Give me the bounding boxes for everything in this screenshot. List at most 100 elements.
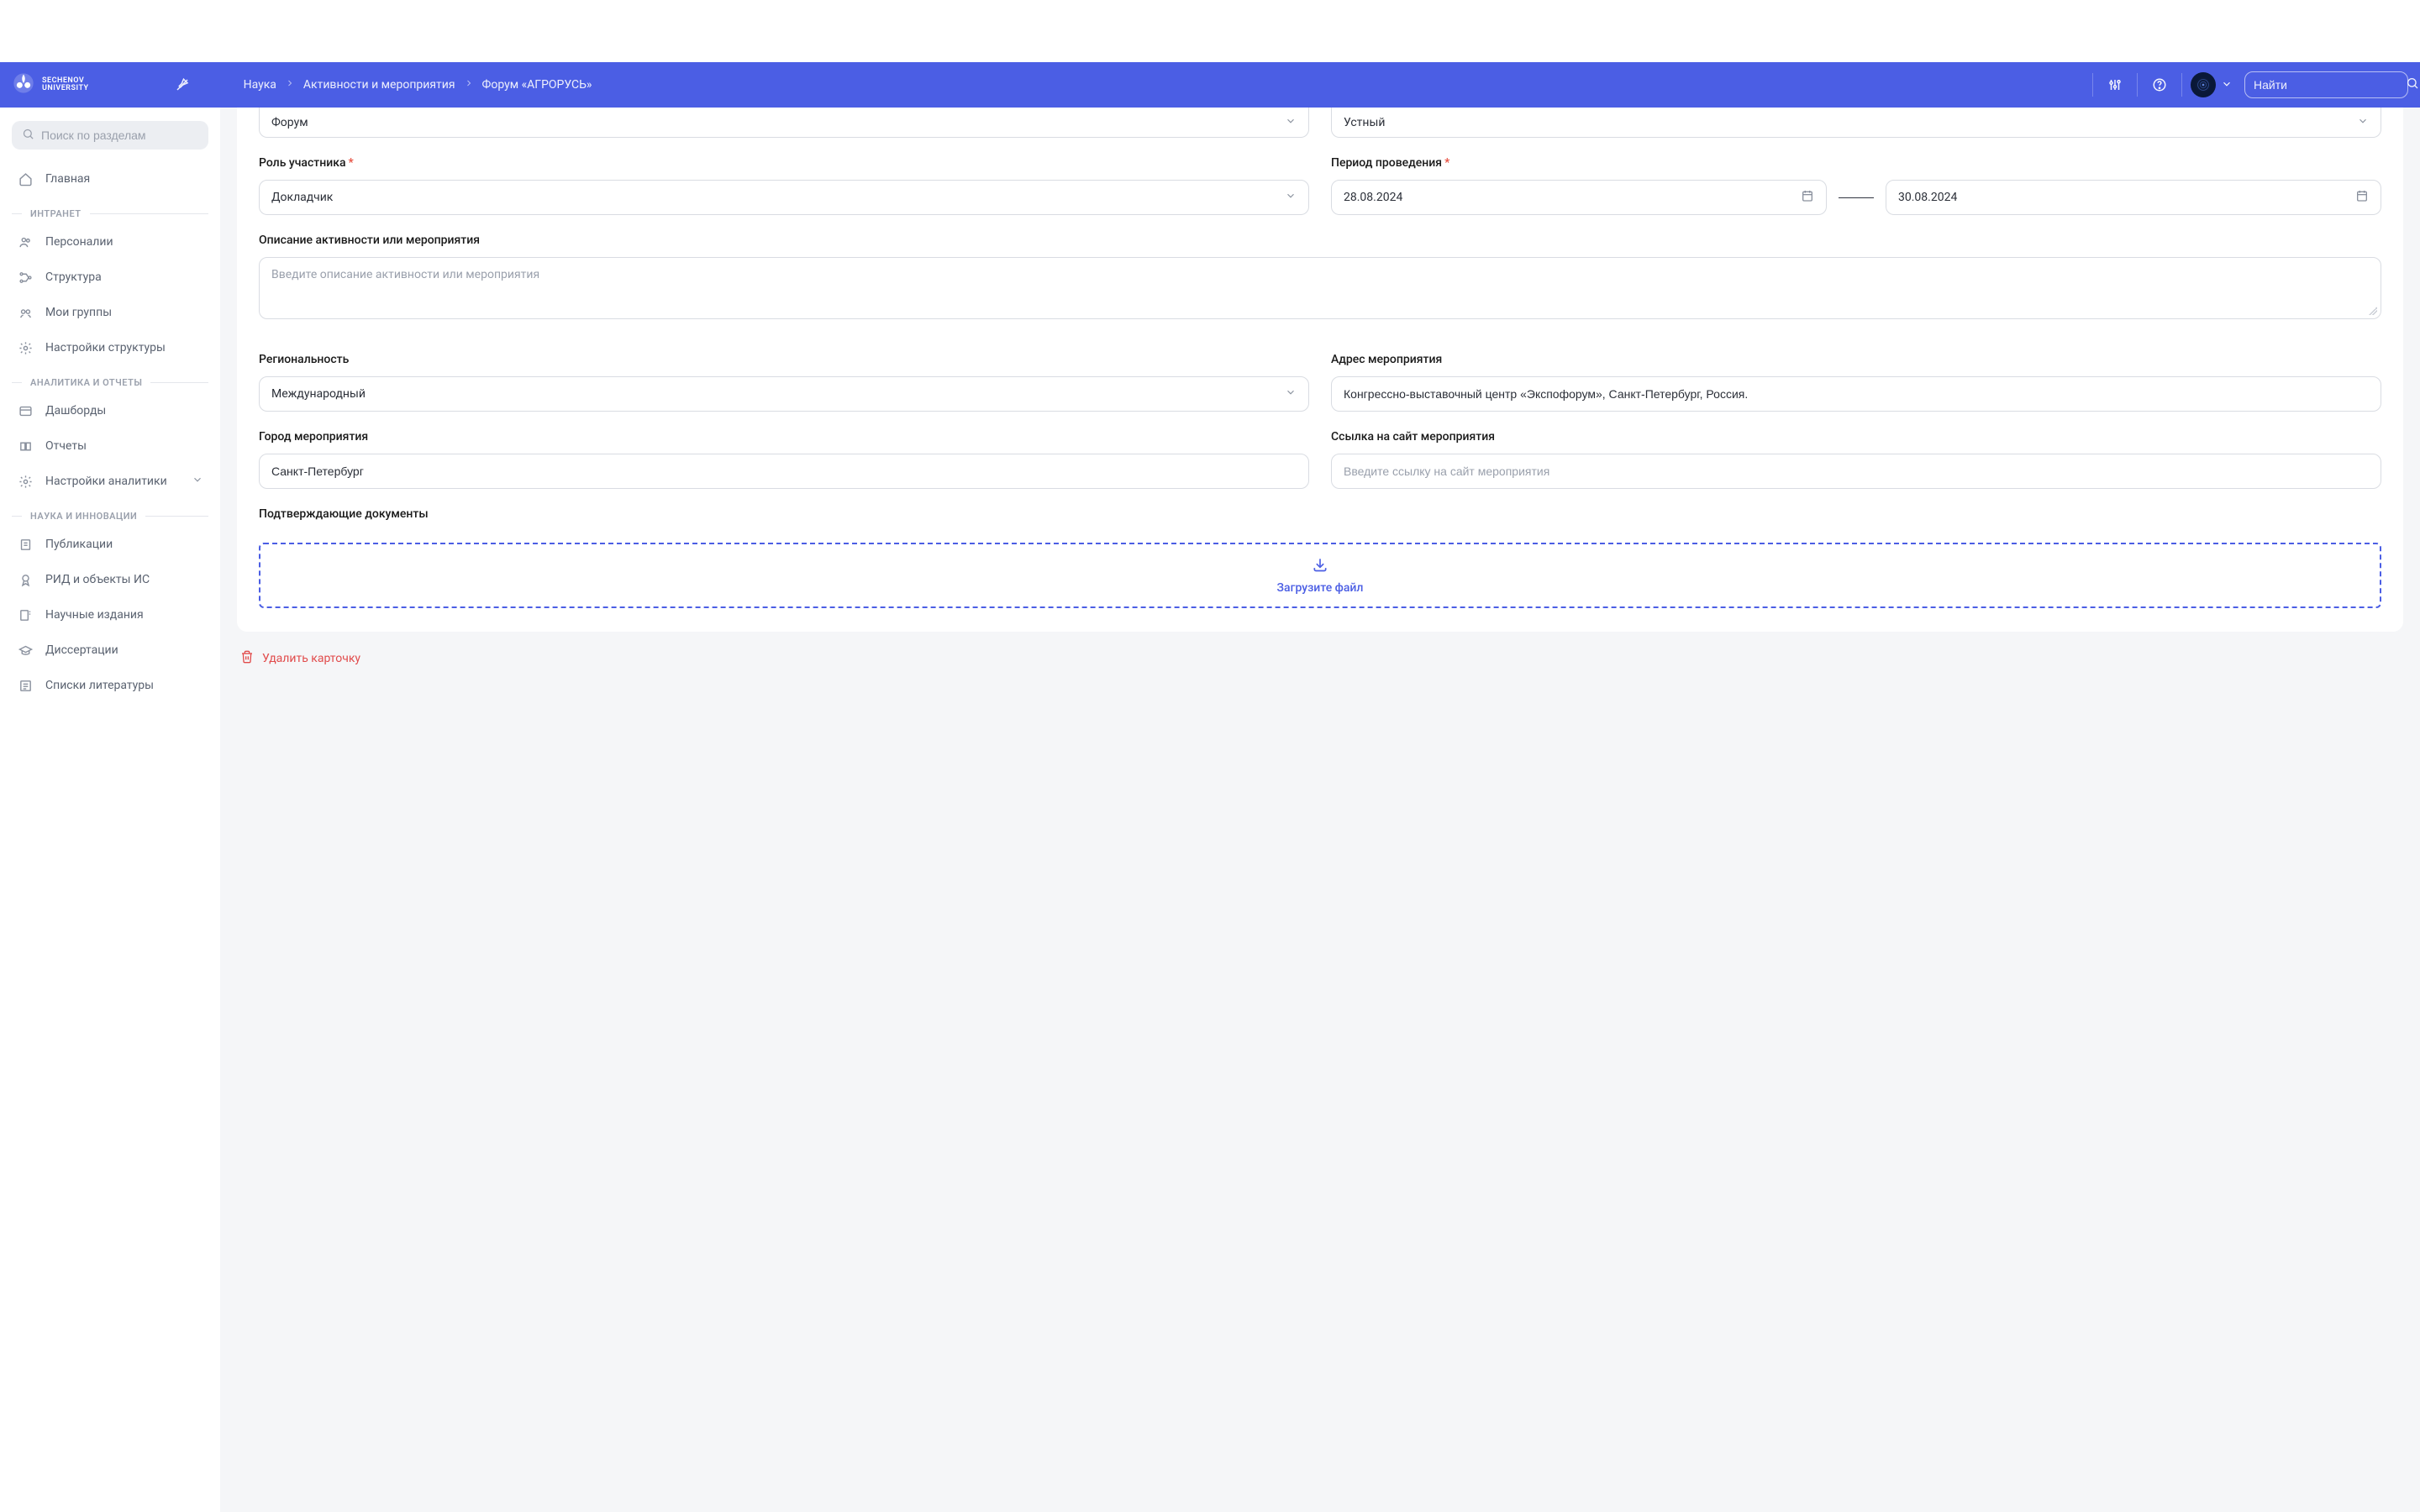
description-textarea[interactable]	[271, 268, 2369, 305]
breadcrumb: Наука Активности и мероприятия Форум «АГ…	[244, 78, 592, 92]
field-website: Ссылка на сайт мероприятия	[1331, 430, 2381, 489]
search-icon	[2406, 76, 2419, 93]
sidebar-item-structure-settings[interactable]: Настройки структуры	[12, 330, 208, 365]
date-value: 28.08.2024	[1344, 191, 1402, 204]
sidebar-item-label: Главная	[45, 172, 90, 186]
sidebar-item-label: Отчеты	[45, 439, 87, 453]
role-select[interactable]: Докладчик	[259, 180, 1309, 215]
app-header: SECHENOV UNIVERSITY Наука Активности и м…	[0, 62, 2420, 108]
users-icon	[17, 235, 34, 249]
field-role: Роль участника* Докладчик	[259, 156, 1309, 215]
sidebar-item-structure[interactable]: Структура	[12, 260, 208, 295]
graduation-icon	[17, 643, 34, 658]
delete-card-button[interactable]: Удалить карточку	[240, 650, 2403, 667]
breadcrumb-item[interactable]: Активности и мероприятия	[303, 78, 455, 92]
chevron-down-icon	[192, 474, 203, 489]
document-icon	[17, 538, 34, 552]
structure-icon	[17, 270, 34, 285]
global-search-input[interactable]	[2254, 78, 2406, 92]
sidebar-item-reports[interactable]: Отчеты	[12, 428, 208, 464]
field-description: Описание активности или мероприятия	[259, 234, 2381, 319]
sidebar-item-publications[interactable]: Публикации	[12, 527, 208, 562]
city-input[interactable]	[271, 465, 1297, 478]
period-label: Период проведения*	[1331, 156, 2381, 170]
sidebar: Главная ИНТРАНЕТ Персоналии Структура Мо…	[0, 108, 220, 1512]
gear-icon	[17, 341, 34, 355]
sidebar-item-label: РИД и объекты ИС	[45, 573, 150, 586]
list-icon	[17, 679, 34, 693]
calendar-icon	[1801, 189, 1814, 206]
sidebar-item-ip-objects[interactable]: РИД и объекты ИС	[12, 562, 208, 597]
logo[interactable]: SECHENOV UNIVERSITY	[12, 71, 89, 98]
period-start-input[interactable]: 28.08.2024	[1331, 180, 1827, 215]
window-top-margin	[0, 0, 2420, 62]
sidebar-item-label: Списки литературы	[45, 679, 154, 692]
sidebar-section-intranet: ИНТРАНЕТ	[12, 208, 208, 219]
sidebar-item-bibliography[interactable]: Списки литературы	[12, 668, 208, 703]
chevron-down-icon	[2357, 115, 2369, 130]
website-label: Ссылка на сайт мероприятия	[1331, 430, 2381, 444]
format-select[interactable]: Устный	[1331, 108, 2381, 138]
global-search[interactable]	[2244, 71, 2408, 98]
description-textarea-wrap	[259, 257, 2381, 319]
city-label: Город мероприятия	[259, 430, 1309, 444]
sidebar-search[interactable]	[12, 121, 208, 150]
user-menu[interactable]	[2191, 72, 2233, 97]
period-end-input[interactable]: 30.08.2024	[1886, 180, 2381, 215]
role-label: Роль участника*	[259, 156, 1309, 170]
delete-card-label: Удалить карточку	[262, 652, 360, 665]
upload-icon	[1312, 556, 1328, 576]
chevron-down-icon	[2221, 77, 2233, 93]
sidebar-item-label: Структура	[45, 270, 102, 284]
sidebar-item-dissertations[interactable]: Диссертации	[12, 633, 208, 668]
field-regionality: Региональность Международный	[259, 353, 1309, 412]
sidebar-item-label: Настройки структуры	[45, 341, 166, 354]
pin-icon[interactable]	[175, 77, 190, 92]
select-value: Устный	[1344, 116, 2357, 129]
trash-icon	[240, 650, 254, 667]
logo-text: SECHENOV UNIVERSITY	[42, 77, 89, 92]
regionality-select[interactable]: Международный	[259, 376, 1309, 412]
chevron-right-icon	[285, 78, 295, 92]
field-activity-type: Форум	[259, 108, 1309, 138]
sidebar-item-scientific-editions[interactable]: Научные издания	[12, 597, 208, 633]
sidebar-section-analytics: АНАЛИТИКА И ОТЧЕТЫ	[12, 377, 208, 388]
sidebar-item-groups[interactable]: Мои группы	[12, 295, 208, 330]
sidebar-item-label: Научные издания	[45, 608, 144, 622]
breadcrumb-item[interactable]: Форум «АГРОРУСЬ»	[482, 78, 592, 92]
journal-icon	[17, 608, 34, 622]
breadcrumb-item[interactable]: Наука	[244, 78, 276, 92]
website-input-wrap	[1331, 454, 2381, 489]
award-icon	[17, 573, 34, 587]
sidebar-section-science: НАУКА И ИННОВАЦИИ	[12, 511, 208, 522]
description-label: Описание активности или мероприятия	[259, 234, 2381, 247]
sidebar-item-label: Диссертации	[45, 643, 118, 657]
regionality-label: Региональность	[259, 353, 1309, 366]
field-address: Адрес мероприятия	[1331, 353, 2381, 412]
sidebar-item-home[interactable]: Главная	[12, 161, 208, 197]
sidebar-item-label: Настройки аналитики	[45, 475, 167, 488]
settings-sliders-icon[interactable]	[2096, 66, 2133, 103]
sidebar-item-analytics-settings[interactable]: Настройки аналитики	[12, 464, 208, 499]
city-input-wrap	[259, 454, 1309, 489]
sidebar-search-input[interactable]	[41, 129, 198, 142]
upload-zone[interactable]: Загрузите файл	[259, 543, 2381, 608]
sidebar-item-dashboards[interactable]: Дашборды	[12, 393, 208, 428]
address-input-wrap	[1331, 376, 2381, 412]
address-input[interactable]	[1344, 387, 2369, 401]
field-format: Устный	[1331, 108, 2381, 138]
select-value: Докладчик	[271, 191, 1285, 204]
date-value: 30.08.2024	[1898, 191, 1957, 204]
home-icon	[17, 172, 34, 186]
range-dash	[1839, 197, 1874, 198]
website-input[interactable]	[1344, 465, 2369, 478]
help-icon[interactable]	[2141, 66, 2178, 103]
gear-icon	[17, 475, 34, 489]
activity-type-select[interactable]: Форум	[259, 108, 1309, 138]
divider	[2137, 73, 2138, 97]
dashboard-icon	[17, 404, 34, 418]
sidebar-item-label: Персоналии	[45, 235, 113, 249]
sidebar-item-personalities[interactable]: Персоналии	[12, 224, 208, 260]
upload-text: Загрузите файл	[1277, 581, 1364, 595]
chevron-down-icon	[1285, 115, 1297, 130]
